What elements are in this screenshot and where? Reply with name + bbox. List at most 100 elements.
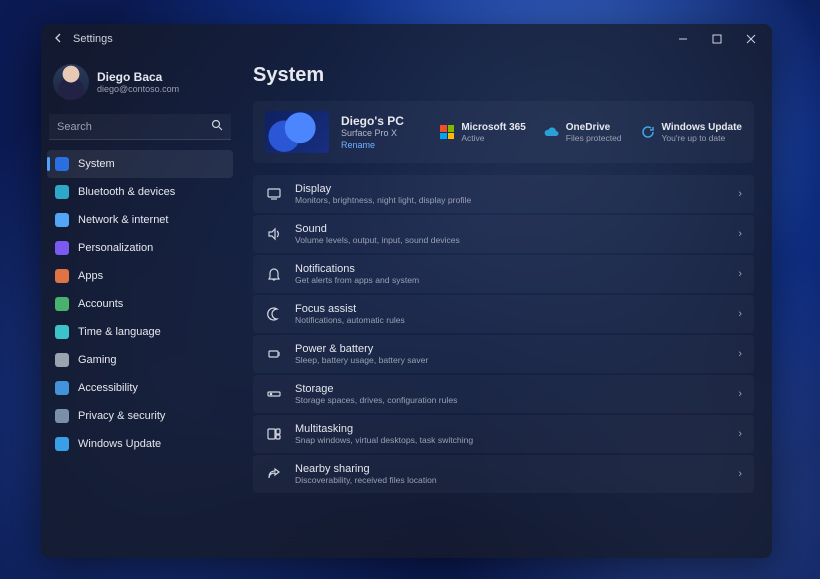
row-subtitle: Get alerts from apps and system (295, 275, 419, 285)
sidebar-item-label: Bluetooth & devices (78, 186, 175, 198)
power-icon (265, 345, 283, 363)
sidebar-item-label: Windows Update (78, 438, 161, 450)
brush-icon (55, 241, 69, 255)
sidebar-item-gaming[interactable]: Gaming (47, 346, 233, 374)
chevron-right-icon: › (738, 268, 742, 280)
accessibility-icon (55, 381, 69, 395)
status-tile-cloud[interactable]: OneDriveFiles protected (544, 122, 622, 143)
search-input[interactable] (57, 121, 211, 133)
sidebar-item-label: Accessibility (78, 382, 138, 394)
person-icon (55, 297, 69, 311)
settings-row-display[interactable]: DisplayMonitors, brightness, night light… (253, 175, 754, 213)
device-card: Diego's PC Surface Pro X Rename Microsof… (253, 101, 754, 163)
settings-row-multitask[interactable]: MultitaskingSnap windows, virtual deskto… (253, 415, 754, 453)
row-subtitle: Storage spaces, drives, configuration ru… (295, 395, 457, 405)
row-subtitle: Snap windows, virtual desktops, task swi… (295, 435, 473, 445)
sidebar-item-label: Privacy & security (78, 410, 165, 422)
row-title: Focus assist (295, 303, 405, 315)
shield-icon (55, 409, 69, 423)
sidebar-item-label: Network & internet (78, 214, 168, 226)
chevron-right-icon: › (738, 428, 742, 440)
cloud-icon (544, 124, 560, 140)
sidebar: Diego Baca diego@contoso.com System Bluet… (41, 54, 239, 558)
settings-row-bell[interactable]: NotificationsGet alerts from apps and sy… (253, 255, 754, 293)
bell-icon (265, 265, 283, 283)
update-icon (640, 124, 656, 140)
tile-title: Microsoft 365 (461, 122, 525, 133)
sidebar-item-label: Personalization (78, 242, 153, 254)
sidebar-item-network-internet[interactable]: Network & internet (47, 206, 233, 234)
device-model: Surface Pro X (341, 128, 404, 138)
row-title: Power & battery (295, 343, 428, 355)
minimize-button[interactable] (666, 24, 700, 54)
row-subtitle: Notifications, automatic rules (295, 315, 405, 325)
sidebar-item-bluetooth-devices[interactable]: Bluetooth & devices (47, 178, 233, 206)
sidebar-item-label: Apps (78, 270, 103, 282)
sidebar-item-label: System (78, 158, 115, 170)
chevron-right-icon: › (738, 388, 742, 400)
sidebar-item-label: Gaming (78, 354, 117, 366)
row-title: Display (295, 183, 471, 195)
main-panel: System Diego's PC Surface Pro X Rename M… (239, 54, 772, 558)
row-subtitle: Discoverability, received files location (295, 475, 437, 485)
sidebar-item-apps[interactable]: Apps (47, 262, 233, 290)
user-block[interactable]: Diego Baca diego@contoso.com (47, 58, 233, 110)
bluetooth-icon (55, 185, 69, 199)
user-name: Diego Baca (97, 70, 179, 84)
tile-subtitle: Active (461, 133, 525, 143)
settings-row-share[interactable]: Nearby sharingDiscoverability, received … (253, 455, 754, 493)
sidebar-item-accounts[interactable]: Accounts (47, 290, 233, 318)
sidebar-item-windows-update[interactable]: Windows Update (47, 430, 233, 458)
row-subtitle: Monitors, brightness, night light, displ… (295, 195, 471, 205)
row-title: Multitasking (295, 423, 473, 435)
row-subtitle: Volume levels, output, input, sound devi… (295, 235, 460, 245)
sidebar-item-label: Accounts (78, 298, 123, 310)
device-thumbnail (265, 111, 329, 153)
storage-icon (265, 385, 283, 403)
tile-title: OneDrive (566, 122, 622, 133)
row-title: Sound (295, 223, 460, 235)
monitor-icon (55, 157, 69, 171)
sidebar-item-label: Time & language (78, 326, 161, 338)
maximize-button[interactable] (700, 24, 734, 54)
settings-row-power[interactable]: Power & batterySleep, battery usage, bat… (253, 335, 754, 373)
user-email: diego@contoso.com (97, 84, 179, 94)
settings-row-moon[interactable]: Focus assistNotifications, automatic rul… (253, 295, 754, 333)
tile-subtitle: Files protected (566, 133, 622, 143)
sidebar-item-privacy-security[interactable]: Privacy & security (47, 402, 233, 430)
back-button[interactable] (45, 32, 73, 47)
sidebar-item-system[interactable]: System (47, 150, 233, 178)
window-controls (666, 24, 768, 54)
chevron-right-icon: › (738, 348, 742, 360)
wifi-icon (55, 213, 69, 227)
search-field[interactable] (49, 114, 231, 140)
moon-icon (265, 305, 283, 323)
update-icon (55, 437, 69, 451)
row-subtitle: Sleep, battery usage, battery saver (295, 355, 428, 365)
share-icon (265, 465, 283, 483)
sidebar-item-accessibility[interactable]: Accessibility (47, 374, 233, 402)
chevron-right-icon: › (738, 308, 742, 320)
tile-title: Windows Update (662, 122, 742, 133)
titlebar: Settings (41, 24, 772, 54)
row-title: Storage (295, 383, 457, 395)
sidebar-item-personalization[interactable]: Personalization (47, 234, 233, 262)
rename-link[interactable]: Rename (341, 140, 404, 150)
page-title: System (253, 64, 754, 87)
ms365-icon (439, 124, 455, 140)
close-button[interactable] (734, 24, 768, 54)
settings-row-storage[interactable]: StorageStorage spaces, drives, configura… (253, 375, 754, 413)
settings-row-sound[interactable]: SoundVolume levels, output, input, sound… (253, 215, 754, 253)
settings-window: Settings Diego Baca diego@contoso.com (41, 24, 772, 558)
sound-icon (265, 225, 283, 243)
grid-icon (55, 269, 69, 283)
search-icon (211, 119, 223, 134)
status-tile-ms365[interactable]: Microsoft 365Active (439, 122, 525, 143)
tile-subtitle: You're up to date (662, 133, 742, 143)
device-name: Diego's PC (341, 114, 404, 128)
status-tile-update[interactable]: Windows UpdateYou're up to date (640, 122, 742, 143)
sidebar-item-time-language[interactable]: Time & language (47, 318, 233, 346)
chevron-right-icon: › (738, 188, 742, 200)
chevron-right-icon: › (738, 228, 742, 240)
clock-icon (55, 325, 69, 339)
